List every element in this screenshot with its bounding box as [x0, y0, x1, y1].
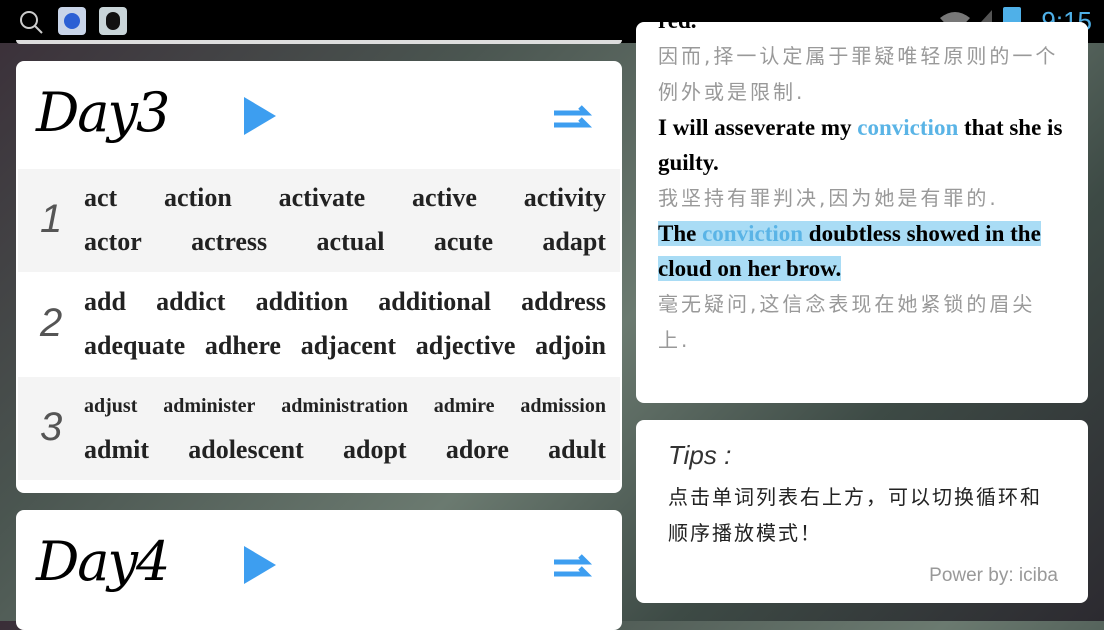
- loop-mode-icon[interactable]: [552, 552, 596, 582]
- word[interactable]: admit: [84, 435, 149, 465]
- word[interactable]: additional: [378, 287, 491, 317]
- day-title: Day4: [36, 530, 170, 593]
- day4-card: Day4: [16, 510, 622, 630]
- word[interactable]: act: [84, 183, 117, 213]
- word[interactable]: adolescent: [188, 435, 304, 465]
- word[interactable]: adult: [548, 435, 606, 465]
- word[interactable]: administration: [281, 395, 408, 418]
- word[interactable]: active: [412, 183, 477, 213]
- keyword: conviction: [857, 115, 959, 140]
- tips-title: Tips :: [668, 440, 732, 470]
- word[interactable]: address: [521, 287, 606, 317]
- word[interactable]: adhere: [205, 331, 281, 361]
- word[interactable]: activate: [279, 183, 366, 213]
- play-icon[interactable]: [244, 546, 276, 584]
- translation: 毫无疑问,这信念表现在她紧锁的眉尖上.: [658, 292, 1036, 352]
- word[interactable]: adore: [446, 435, 509, 465]
- day-title: Day3: [36, 81, 170, 144]
- group-number: 1: [40, 197, 63, 241]
- word[interactable]: adapt: [542, 227, 606, 257]
- word-row: adequate adhere adjacent adjective adjoin: [84, 331, 606, 361]
- prev-card-edge: [16, 40, 622, 44]
- examples-card: red. 因而,择一认定属于罪疑唯轻原则的一个例外或是限制. I will as…: [636, 22, 1088, 403]
- day3-header: Day3: [16, 61, 622, 169]
- word[interactable]: admire: [434, 395, 495, 418]
- word[interactable]: adjoin: [535, 331, 606, 361]
- day4-header: Day4: [16, 510, 622, 618]
- word-row: admit adolescent adopt adore adult: [84, 435, 606, 465]
- word[interactable]: action: [164, 183, 232, 213]
- word[interactable]: acute: [434, 227, 493, 257]
- translation: 因而,择一认定属于罪疑唯轻原则的一个例外或是限制.: [658, 44, 1059, 104]
- sentence-text: I will asseverate my: [658, 115, 858, 140]
- word[interactable]: actor: [84, 227, 142, 257]
- baidu-icon: [58, 7, 86, 35]
- search-icon: [20, 11, 43, 34]
- word-row: adjust administer administration admire admi…: [84, 395, 606, 418]
- day3-card: Day3 1 act action activate active activity act…: [16, 61, 622, 493]
- word-group[interactable]: 1 act action activate active activity actor act…: [18, 169, 620, 273]
- tips-body: 点击单词列表右上方，可以切换循环和顺序播放模式！: [668, 485, 1042, 545]
- play-icon[interactable]: [244, 97, 276, 135]
- sentence-text: The: [658, 221, 703, 246]
- word[interactable]: administer: [163, 395, 255, 418]
- word[interactable]: adjust: [84, 395, 137, 418]
- group-number: 3: [40, 405, 63, 449]
- word-group[interactable]: 3 adjust administer administration admire adm…: [18, 377, 620, 481]
- word[interactable]: adequate: [84, 331, 185, 361]
- group-number: 2: [40, 301, 63, 345]
- tips-credit: Power by: iciba: [929, 565, 1058, 586]
- word[interactable]: adjective: [416, 331, 516, 361]
- word[interactable]: actress: [191, 227, 267, 257]
- loop-mode-icon[interactable]: [552, 103, 596, 133]
- example-sentence-selected[interactable]: The conviction doubtless showed in the c…: [658, 216, 1066, 286]
- cut-example: red.: [658, 22, 1066, 38]
- word[interactable]: addict: [156, 287, 225, 317]
- word-row: act action activate active activity: [84, 183, 606, 213]
- translation: 我坚持有罪判决,因为她是有罪的.: [658, 186, 999, 210]
- word[interactable]: admission: [520, 395, 606, 418]
- word[interactable]: adopt: [343, 435, 407, 465]
- word[interactable]: adjacent: [301, 331, 396, 361]
- example-sentence[interactable]: I will asseverate my conviction that she…: [658, 110, 1066, 180]
- word-group[interactable]: 2 add addict addition additional address adequ…: [18, 273, 620, 377]
- tips-card: Tips : 点击单词列表右上方，可以切换循环和顺序播放模式！ Power by…: [636, 420, 1088, 603]
- keyword: conviction: [702, 221, 804, 246]
- word[interactable]: addition: [256, 287, 349, 317]
- word[interactable]: add: [84, 287, 126, 317]
- word[interactable]: actual: [317, 227, 385, 257]
- word-row: add addict addition additional address: [84, 287, 606, 317]
- qq-reader-icon: [99, 7, 127, 35]
- word-row: actor actress actual acute adapt: [84, 227, 606, 257]
- word[interactable]: activity: [524, 183, 606, 213]
